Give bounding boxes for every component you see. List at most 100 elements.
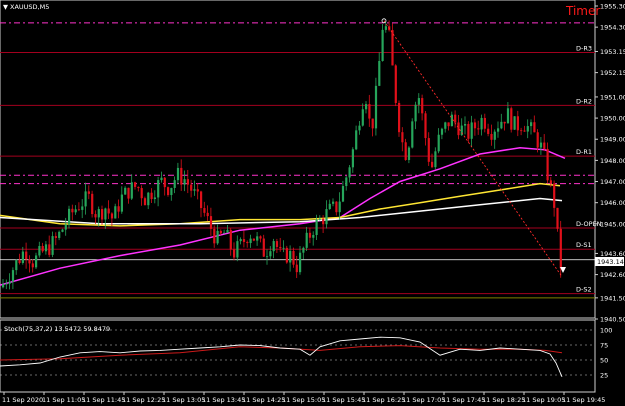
stoch-tick-label: 25 <box>600 372 608 380</box>
candle-body <box>536 132 539 148</box>
candle-body <box>374 85 378 129</box>
candle-body <box>427 138 430 162</box>
candle-body <box>407 147 411 161</box>
candle-body <box>480 117 483 130</box>
candle-body <box>444 122 447 129</box>
candle-body <box>153 197 156 200</box>
candle-body <box>325 209 328 225</box>
candle-body <box>48 244 51 255</box>
candle-body <box>289 250 292 263</box>
candle-body <box>510 108 513 130</box>
candle-body <box>11 270 15 282</box>
candle-body <box>437 134 440 152</box>
candle-body <box>101 209 104 220</box>
candle-body <box>272 241 275 252</box>
price-tick-label: 1943.60 <box>600 250 625 258</box>
time-tick-label: 11 Sep 19:45 <box>562 396 605 404</box>
candle-body <box>120 194 123 212</box>
candle-body <box>176 167 180 181</box>
candle-body <box>421 98 424 114</box>
candle-body <box>262 238 265 257</box>
candle-body <box>2 284 5 288</box>
price-tick-label: 1952.15 <box>600 69 625 77</box>
candle-body <box>315 219 318 236</box>
candle-body <box>61 229 64 232</box>
candle-body <box>467 124 470 139</box>
candle-body <box>150 192 153 200</box>
timer-label: Timer <box>565 4 600 18</box>
candle-body <box>523 130 526 132</box>
time-tick-label: 11 Sep 19:05 <box>522 396 565 404</box>
candle-body <box>157 180 160 198</box>
candle-body <box>431 161 434 168</box>
candle-body <box>378 60 381 86</box>
candle-body <box>216 230 219 244</box>
candle-body <box>209 216 213 229</box>
candle-body <box>368 104 371 119</box>
candle-body <box>25 251 28 260</box>
candle-body <box>38 245 41 256</box>
candle-body <box>543 142 546 149</box>
candle-body <box>269 251 272 257</box>
candle-body <box>530 122 533 127</box>
candle-body <box>259 236 262 239</box>
candle-body <box>140 188 143 199</box>
trading-chart[interactable]: D-R3D-R2D-R1D-OPEND-S1D-S2 1955.301954.3… <box>0 0 625 406</box>
candle-body <box>361 109 364 126</box>
candle-body <box>130 182 133 199</box>
candle-body <box>160 177 163 181</box>
candle-body <box>292 250 295 265</box>
candle-body <box>549 180 552 184</box>
time-tick-label: 11 Sep 16:25 <box>362 396 405 404</box>
candle-body <box>147 192 150 206</box>
candle-body <box>137 186 140 189</box>
candle-body <box>226 229 229 233</box>
candle-body <box>31 263 34 268</box>
price-tick-label: 1945.00 <box>600 220 625 228</box>
candle-body <box>193 189 196 191</box>
candle-body <box>114 206 117 219</box>
candle-body <box>28 259 31 264</box>
chart-title-arrow-icon[interactable]: ▼ <box>3 3 8 11</box>
candle-body <box>332 201 335 204</box>
stoch-axis: 100 75 50 25 <box>600 327 612 380</box>
candle-body <box>266 256 269 258</box>
candle-body <box>124 187 127 195</box>
candle-body <box>553 183 556 208</box>
candle-body <box>35 255 38 268</box>
candle-body <box>97 209 100 218</box>
candle-body <box>477 128 480 130</box>
price-tick-label: 1951.00 <box>600 93 625 101</box>
candle-body <box>200 191 203 209</box>
candle-body <box>74 209 77 213</box>
candle-body <box>506 108 510 124</box>
candle-body <box>252 238 255 241</box>
candle-body <box>345 177 348 187</box>
candle-body <box>401 132 404 143</box>
candle-body <box>358 125 361 131</box>
candle-body <box>312 235 315 238</box>
candle-body <box>559 228 562 269</box>
price-tick-label: 1941.50 <box>600 294 625 302</box>
chart-title: XAUUSD,M5 <box>10 3 49 11</box>
current-price-label: 1943.14 <box>597 258 624 266</box>
stoch-tick-label: 50 <box>600 357 608 365</box>
time-tick-label: 11 Sep 2020 <box>2 396 43 404</box>
candle-body <box>398 102 401 133</box>
candle-body <box>275 241 279 247</box>
candle-body <box>497 128 500 132</box>
candle-body <box>539 142 543 148</box>
candle-body <box>351 149 354 168</box>
candle-body <box>236 241 239 258</box>
candle-body <box>203 208 206 213</box>
candle-body <box>170 187 173 196</box>
time-tick-label: 11 Sep 15:05 <box>282 396 325 404</box>
candle-body <box>183 179 186 185</box>
candle-body <box>520 130 523 132</box>
candle-body <box>256 236 259 241</box>
candle-body <box>348 167 351 178</box>
candle-body <box>107 208 110 214</box>
candle-body <box>282 247 285 249</box>
candle-body <box>500 121 503 129</box>
candle-body <box>249 238 252 244</box>
